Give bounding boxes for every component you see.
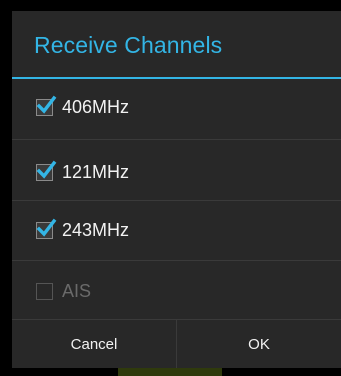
checkbox-121mhz[interactable] [36,160,57,181]
cancel-button[interactable]: Cancel [12,320,176,368]
option-label-ais: AIS [62,281,92,301]
checkbox-243mhz[interactable] [36,218,57,239]
dialog-button-bar: Cancel OK [12,319,341,368]
dialog-title: Receive Channels [34,32,223,58]
option-label-243mhz: 243MHz [62,220,130,240]
checkbox-406mhz[interactable] [36,95,57,116]
checkmark-icon [36,218,57,237]
background-content-strip [118,368,222,376]
checkmark-icon [36,160,57,179]
option-label-121mhz: 121MHz [62,162,130,182]
receive-channels-dialog: Receive Channels 406MHz 121MHz 243MHz AI… [12,11,341,368]
option-row-121mhz[interactable]: 121MHz [12,140,341,197]
dialog-title-bar: Receive Channels [12,11,341,77]
option-row-406mhz[interactable]: 406MHz [12,79,341,136]
option-row-243mhz[interactable]: 243MHz [12,201,341,258]
option-label-406mhz: 406MHz [62,97,130,117]
checkmark-icon [36,95,57,114]
ok-button[interactable]: OK [177,320,341,368]
empty-checkbox-icon [36,283,53,300]
option-row-ais: AIS [12,261,341,318]
